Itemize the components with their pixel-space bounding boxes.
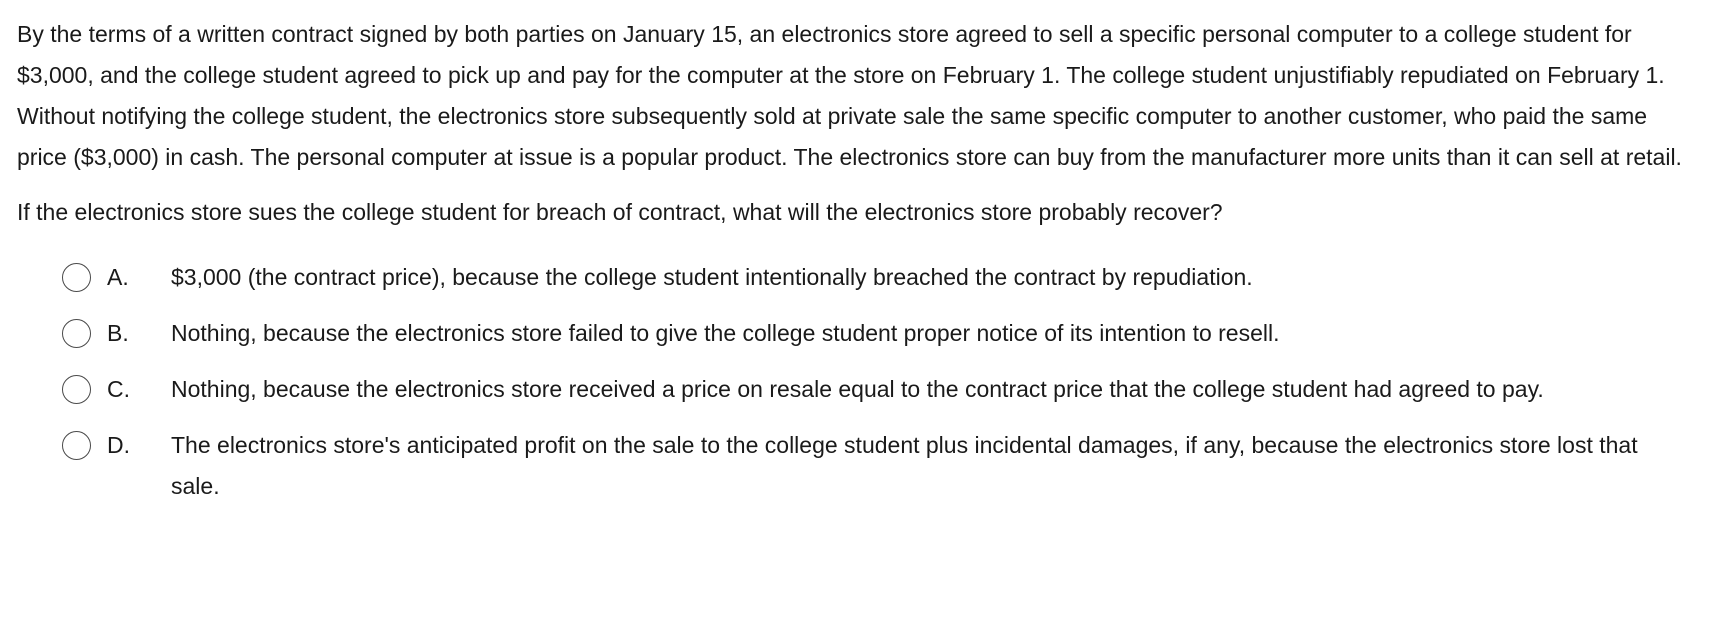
option-b[interactable]: B. Nothing, because the electronics stor… — [17, 313, 1691, 354]
option-text: Nothing, because the electronics store r… — [171, 376, 1544, 402]
question-stem: By the terms of a written contract signe… — [17, 21, 1682, 170]
radio-button-b[interactable] — [62, 319, 91, 348]
option-d[interactable]: D. The electronics store's anticipated p… — [17, 425, 1691, 507]
radio-button-d[interactable] — [62, 431, 91, 460]
option-letter: A. — [107, 264, 129, 290]
option-text: The electronics store's anticipated prof… — [171, 432, 1638, 499]
option-text: $3,000 (the contract price), because the… — [171, 264, 1253, 290]
option-text: Nothing, because the electronics store f… — [171, 320, 1280, 346]
option-letter: B. — [107, 320, 129, 346]
radio-button-a[interactable] — [62, 263, 91, 292]
option-c[interactable]: C. Nothing, because the electronics stor… — [17, 369, 1691, 410]
answer-options: A. $3,000 (the contract price), because … — [17, 257, 1691, 507]
question-page: By the terms of a written contract signe… — [0, 0, 1711, 619]
option-letter: D. — [107, 432, 130, 458]
option-letter: C. — [107, 376, 130, 402]
option-a[interactable]: A. $3,000 (the contract price), because … — [17, 257, 1691, 298]
question-prompt: If the electronics store sues the colleg… — [17, 199, 1223, 225]
radio-button-c[interactable] — [62, 375, 91, 404]
